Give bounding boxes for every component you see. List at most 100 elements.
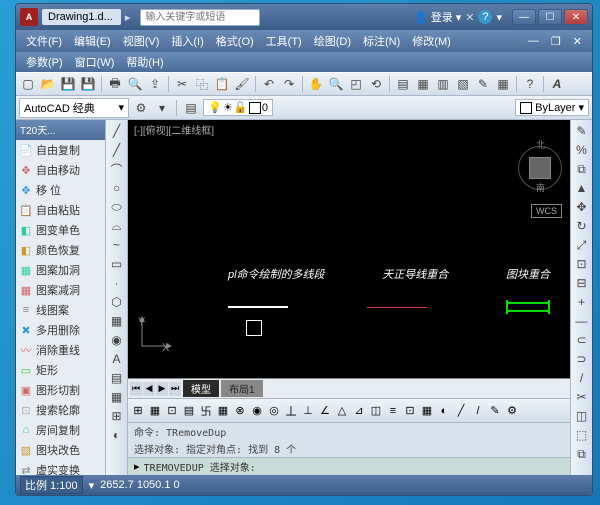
status-icon-22[interactable]: ⚙ [505, 404, 519, 418]
save-icon[interactable]: 💾 [59, 75, 77, 93]
layer-manager-icon[interactable]: ▤ [182, 99, 200, 117]
tab-prev-icon[interactable]: ◀ [143, 382, 155, 396]
modify-tool-15[interactable]: ◫ [573, 407, 591, 425]
help-icon[interactable]: ? [478, 10, 492, 24]
modify-tool-4[interactable]: ✥ [573, 198, 591, 216]
panel-item-11[interactable]: ▭矩形 [16, 360, 105, 380]
document-tab[interactable]: Drawing1.d... [42, 9, 121, 25]
menu-insert[interactable]: 插入(I) [165, 33, 209, 49]
help-tb-icon[interactable]: ? [521, 75, 539, 93]
exchange-icon[interactable]: ✕ [465, 11, 474, 24]
text-a-icon[interactable]: A [548, 75, 566, 93]
status-icon-2[interactable]: ⊡ [165, 404, 179, 418]
modify-tool-8[interactable]: ⊟ [573, 274, 591, 292]
menu-param[interactable]: 参数(P) [20, 54, 69, 70]
modify-tool-14[interactable]: ✂ [573, 388, 591, 406]
redo-icon[interactable]: ↷ [280, 75, 298, 93]
workspace-gear-icon[interactable]: ⚙ [132, 99, 150, 117]
workspace-save-icon[interactable]: ▾ [153, 99, 171, 117]
sheetset-icon[interactable]: ▧ [454, 75, 472, 93]
doc-arrow-icon[interactable]: ▸ [125, 11, 131, 24]
status-icon-20[interactable]: / [471, 404, 485, 418]
panel-item-7[interactable]: ▦图案减洞 [16, 280, 105, 300]
scale-display[interactable]: 比例 1:100 [20, 476, 83, 494]
new-icon[interactable]: ▢ [19, 75, 37, 93]
status-icon-11[interactable]: ∠ [318, 404, 332, 418]
doc-restore-icon[interactable]: ❐ [545, 35, 567, 48]
modify-tool-11[interactable]: ⊂ [573, 331, 591, 349]
panel-item-9[interactable]: ✖多用删除 [16, 320, 105, 340]
paste-icon[interactable]: 📋 [213, 75, 231, 93]
panel-item-15[interactable]: ▧图块改色 [16, 440, 105, 460]
draw-tool-2[interactable]: ⌒ [108, 160, 126, 178]
status-icon-4[interactable]: 卐 [199, 404, 213, 418]
command-input[interactable] [144, 461, 564, 472]
markup-icon[interactable]: ✎ [474, 75, 492, 93]
sign-in-button[interactable]: 👤 登录 ▾ [414, 9, 461, 25]
panel-item-0[interactable]: 📄自由复制 [16, 140, 105, 160]
panel-item-3[interactable]: 📋自由粘贴 [16, 200, 105, 220]
designcenter-icon[interactable]: ▦ [414, 75, 432, 93]
status-icon-14[interactable]: ◫ [369, 404, 383, 418]
status-icon-9[interactable]: 丄 [284, 404, 298, 418]
print-icon[interactable]: 🖶 [106, 75, 124, 93]
panel-item-10[interactable]: 〰消除重线 [16, 340, 105, 360]
modify-tool-1[interactable]: % [573, 141, 591, 159]
menu-file[interactable]: 文件(F) [20, 33, 68, 49]
app-logo[interactable]: A [20, 8, 38, 26]
menu-help[interactable]: 帮助(H) [120, 54, 169, 70]
workspace-combo[interactable]: AutoCAD 经典 ▾ [19, 98, 129, 118]
draw-tool-14[interactable]: ▦ [108, 388, 126, 406]
panel-item-13[interactable]: ⊡搜索轮廓 [16, 400, 105, 420]
copy-icon[interactable]: ⿻ [193, 75, 211, 93]
status-icon-17[interactable]: ▦ [420, 404, 434, 418]
menu-modify[interactable]: 修改(M) [406, 33, 457, 49]
tab-next-icon[interactable]: ▶ [156, 382, 168, 396]
status-icon-0[interactable]: ⊞ [131, 404, 145, 418]
menu-edit[interactable]: 编辑(E) [68, 33, 117, 49]
draw-tool-12[interactable]: A [108, 350, 126, 368]
status-icon-18[interactable]: ◐ [437, 404, 451, 418]
draw-tool-9[interactable]: ⬡ [108, 293, 126, 311]
draw-tool-7[interactable]: ▭ [108, 255, 126, 273]
status-icon-13[interactable]: ⊿ [352, 404, 366, 418]
tab-model[interactable]: 模型 [183, 380, 219, 397]
modify-tool-5[interactable]: ↻ [573, 217, 591, 235]
viewport-label[interactable]: [-][俯视][二维线框] [128, 120, 570, 136]
draw-tool-8[interactable]: · [108, 274, 126, 292]
cut-icon[interactable]: ✂ [173, 75, 191, 93]
modify-tool-7[interactable]: ⊡ [573, 255, 591, 273]
modify-tool-12[interactable]: ⊃ [573, 350, 591, 368]
draw-tool-5[interactable]: ⌓ [108, 217, 126, 235]
draw-tool-11[interactable]: ◉ [108, 331, 126, 349]
tab-last-icon[interactable]: ⏭ [169, 382, 181, 396]
scale-dropdown-icon[interactable]: ▾ [89, 479, 95, 492]
modify-tool-10[interactable]: — [573, 312, 591, 330]
status-icon-7[interactable]: ◉ [250, 404, 264, 418]
panel-item-6[interactable]: ▦图案加洞 [16, 260, 105, 280]
draw-tool-16[interactable]: ◐ [108, 426, 126, 444]
saveas-icon[interactable]: 💾 [79, 75, 97, 93]
panel-item-1[interactable]: ✥自由移动 [16, 160, 105, 180]
menu-window[interactable]: 窗口(W) [69, 54, 121, 70]
menu-format[interactable]: 格式(O) [210, 33, 260, 49]
draw-tool-15[interactable]: ⊞ [108, 407, 126, 425]
status-icon-5[interactable]: ▦ [216, 404, 230, 418]
tab-layout1[interactable]: 布局1 [221, 380, 263, 397]
preview-icon[interactable]: 🔍 [126, 75, 144, 93]
modify-tool-3[interactable]: ▲ [573, 179, 591, 197]
modify-tool-9[interactable]: + [573, 293, 591, 311]
status-icon-8[interactable]: ◎ [267, 404, 281, 418]
menu-dimension[interactable]: 标注(N) [357, 33, 406, 49]
panel-title[interactable]: T20天... [16, 120, 105, 140]
panel-item-2[interactable]: ✥移 位 [16, 180, 105, 200]
panel-item-8[interactable]: ≡线图案 [16, 300, 105, 320]
modify-tool-13[interactable]: / [573, 369, 591, 387]
drawing-canvas[interactable]: 北 南 WCS pl命令绘制的多线段 天正导线重合 图块重合 [128, 136, 570, 378]
modify-tool-16[interactable]: ⬚ [573, 426, 591, 444]
status-icon-16[interactable]: ⊡ [403, 404, 417, 418]
menu-tools[interactable]: 工具(T) [260, 33, 308, 49]
status-icon-10[interactable]: ⊥ [301, 404, 315, 418]
zoomprev-icon[interactable]: ⟲ [367, 75, 385, 93]
toolpalette-icon[interactable]: ▥ [434, 75, 452, 93]
